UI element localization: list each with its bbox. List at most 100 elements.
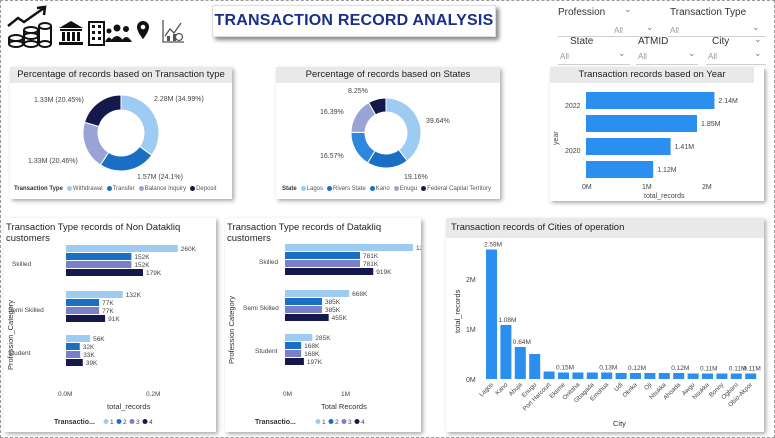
y-tick: 1M [466, 327, 476, 334]
bar[interactable] [66, 253, 132, 260]
bar[interactable] [529, 354, 541, 379]
legend-label[interactable]: 4 [361, 419, 365, 426]
people-icon [105, 24, 132, 42]
bar[interactable] [615, 373, 627, 379]
slicer-label: State [570, 36, 594, 47]
chevron-down-icon: ⌄ [752, 22, 760, 32]
title-banner: TRANSACTION RECORD ANALYSIS [212, 5, 496, 37]
legend-label[interactable]: 3 [136, 419, 140, 426]
bar[interactable] [66, 269, 143, 276]
x-tick: 0.2M [146, 391, 160, 398]
legend-title: Transaction Type [14, 186, 63, 193]
donut-slice[interactable] [83, 94, 122, 128]
slicer-label: ATMID [638, 36, 669, 47]
bar[interactable] [586, 92, 715, 109]
bar[interactable] [66, 343, 80, 350]
bar[interactable] [285, 252, 360, 259]
slicer-atmid[interactable]: ATMID All ⌄ [636, 34, 702, 66]
legend-item[interactable]: Rivers State [327, 186, 366, 192]
legend-label[interactable]: 1 [322, 419, 326, 426]
bar[interactable] [500, 325, 512, 379]
bar[interactable] [572, 372, 584, 380]
bar[interactable] [630, 373, 641, 379]
legend-item[interactable]: Deposit [190, 186, 216, 192]
bar[interactable] [285, 306, 322, 313]
bar[interactable] [66, 299, 100, 306]
bar[interactable] [486, 249, 497, 380]
legend-label[interactable]: 2 [335, 419, 339, 426]
data-label: 1.85M [701, 121, 721, 128]
bar[interactable] [644, 373, 656, 379]
slicer-city[interactable]: City ⌄ All ⌄ [706, 34, 768, 66]
y-tick: 0M [466, 377, 476, 384]
category-label: Skilled [12, 261, 32, 268]
bar[interactable] [702, 373, 713, 380]
bar[interactable] [66, 307, 100, 314]
donut-slice[interactable] [99, 145, 153, 172]
bar[interactable] [66, 291, 123, 298]
category-label: Oji [643, 381, 653, 391]
axis-title-x: Total Records [321, 402, 367, 411]
bar[interactable] [285, 350, 302, 357]
legend-label[interactable]: 2 [123, 419, 127, 426]
data-label: 0.15M [556, 365, 574, 372]
legend-item[interactable]: Balance Inquiry [138, 186, 186, 192]
bar[interactable] [586, 138, 671, 155]
bar[interactable] [745, 373, 757, 380]
bar[interactable] [586, 115, 697, 132]
data-label: 168K [304, 343, 320, 350]
data-label: 2.59M [484, 242, 502, 249]
slicer-profession[interactable]: Profession ⌄ All ⌄ [558, 2, 658, 37]
legend-label[interactable]: 1 [110, 419, 114, 426]
bar[interactable] [543, 371, 555, 380]
category-label: Okrika [621, 381, 639, 399]
bar[interactable] [687, 373, 699, 380]
bar[interactable] [586, 372, 598, 380]
bar[interactable] [66, 261, 132, 268]
bar[interactable] [285, 314, 329, 321]
data-label: 39K [86, 360, 98, 367]
bar[interactable] [66, 245, 178, 252]
bar[interactable] [558, 372, 569, 380]
bar[interactable] [285, 290, 350, 297]
legend-label[interactable]: 3 [348, 419, 352, 426]
legend-label[interactable]: 4 [149, 419, 153, 426]
bar[interactable] [658, 373, 670, 379]
data-label: 0.12M [628, 365, 646, 372]
bar[interactable] [66, 335, 91, 342]
bar[interactable] [66, 315, 106, 322]
growth-coins-icon [7, 5, 52, 48]
bar[interactable] [586, 161, 654, 178]
bar[interactable] [285, 334, 313, 341]
legend-item[interactable]: Withdrawal [66, 186, 103, 192]
legend-item[interactable]: Transfer [106, 186, 135, 192]
bank-icon [59, 21, 83, 45]
category-label: Student [255, 348, 278, 355]
slicer-transaction-type[interactable]: Transaction Type All ⌄ [668, 2, 768, 37]
data-label: 1333K [416, 245, 421, 252]
bar[interactable] [285, 298, 322, 305]
donut-slice[interactable] [82, 121, 110, 166]
bar[interactable] [716, 373, 728, 380]
slicer-state[interactable]: State All ⌄ [558, 34, 632, 66]
legend-item[interactable]: Lagos [300, 186, 323, 192]
donut-slice[interactable] [385, 97, 422, 162]
bar[interactable] [285, 244, 413, 251]
bar[interactable] [66, 359, 83, 366]
category-label: Lagos [478, 381, 495, 398]
slicer-value: All [638, 52, 647, 61]
legend-item[interactable]: Federal Capital Territory [421, 186, 491, 192]
bar[interactable] [285, 268, 374, 275]
x-tick: 1M [642, 184, 652, 191]
bar[interactable] [601, 372, 613, 380]
bar[interactable] [285, 358, 304, 365]
bar[interactable] [514, 347, 526, 379]
bar[interactable] [66, 351, 81, 358]
legend-item[interactable]: Enugu [393, 186, 417, 192]
bar[interactable] [285, 342, 302, 349]
axis-title-y: year [553, 131, 560, 145]
bar[interactable] [673, 373, 685, 379]
bar[interactable] [730, 373, 742, 380]
bar[interactable] [285, 260, 360, 267]
legend-item[interactable]: Kano [369, 186, 390, 192]
